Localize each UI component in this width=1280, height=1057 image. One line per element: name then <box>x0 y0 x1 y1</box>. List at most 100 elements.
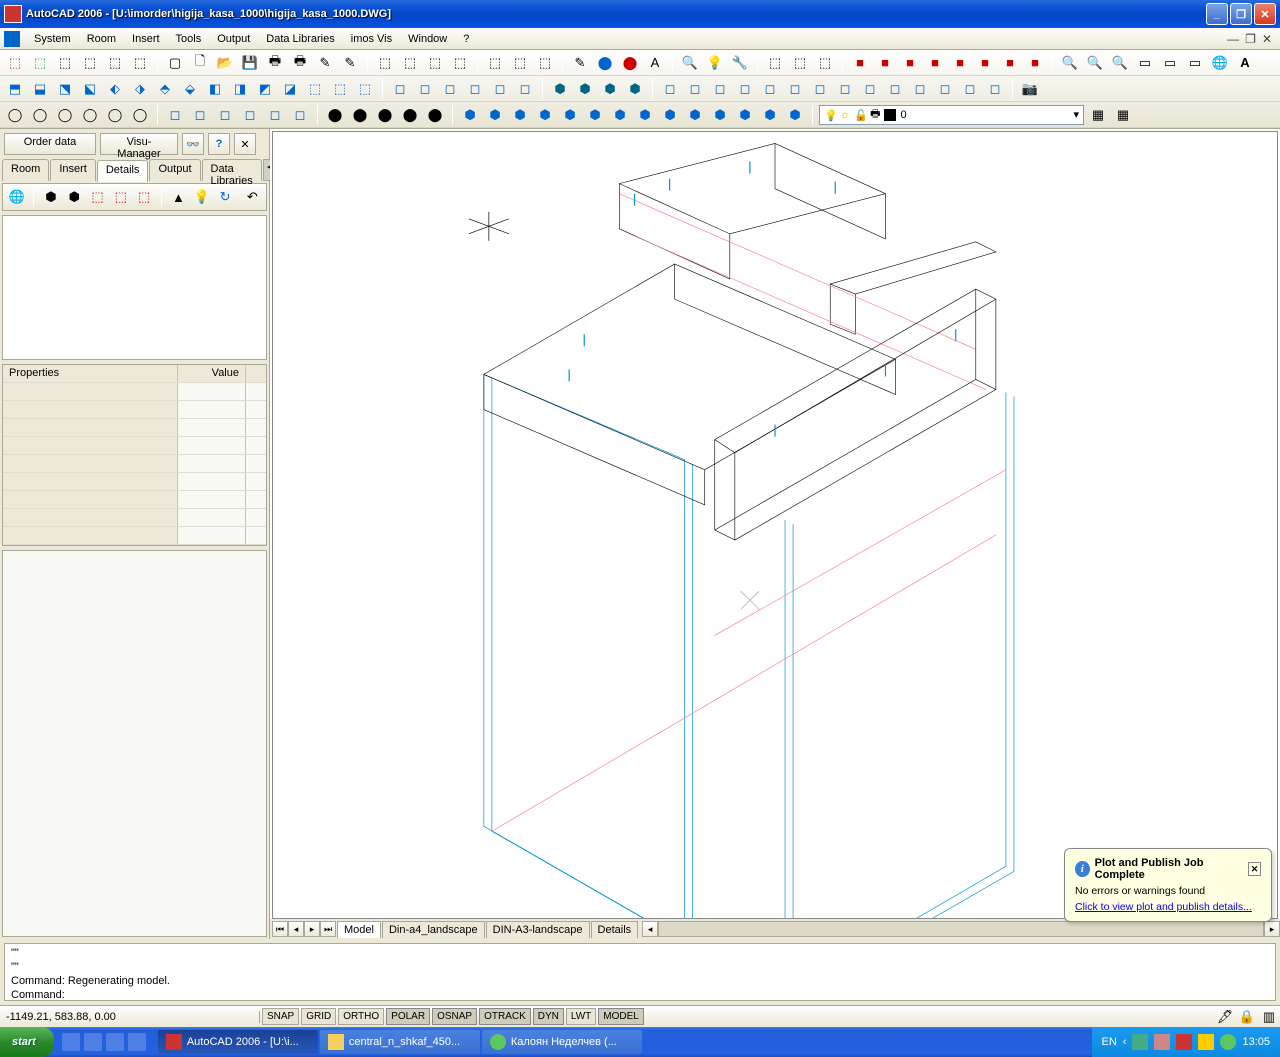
tray-icon[interactable] <box>1154 1034 1170 1050</box>
tool-icon[interactable]: ⬚ <box>814 52 836 74</box>
prop-row[interactable] <box>3 509 266 527</box>
drawing-canvas[interactable] <box>272 131 1278 919</box>
cube-icon[interactable]: ◻ <box>289 104 311 126</box>
dyn-toggle[interactable]: DYN <box>533 1008 564 1025</box>
tool-icon[interactable]: A <box>1234 52 1256 74</box>
view-icon[interactable]: ⬒ <box>4 78 26 100</box>
menu-tools[interactable]: Tools <box>168 31 210 47</box>
cube-icon[interactable]: ◻ <box>984 78 1006 100</box>
tool-icon[interactable]: ⬚ <box>399 52 421 74</box>
menu-system[interactable]: System <box>26 31 79 47</box>
cube-icon[interactable]: ◻ <box>809 78 831 100</box>
tool-icon[interactable]: ⬚ <box>449 52 471 74</box>
tool-icon[interactable]: ⬚ <box>54 52 76 74</box>
visu-manager-button[interactable]: Visu-Manager <box>100 133 178 155</box>
bulb-icon[interactable]: 💡 <box>192 186 211 208</box>
undo-icon[interactable]: ↶ <box>243 186 262 208</box>
view-icon[interactable]: ⬖ <box>104 78 126 100</box>
cube-icon[interactable]: ◻ <box>214 104 236 126</box>
tool-icon[interactable]: ⬤ <box>374 104 396 126</box>
tray-icon[interactable] <box>1176 1034 1192 1050</box>
cube-icon[interactable]: ◻ <box>489 78 511 100</box>
glasses-icon[interactable]: 👓 <box>182 133 204 155</box>
solid-icon[interactable]: ⬢ <box>574 78 596 100</box>
solid-icon[interactable]: ⬢ <box>684 104 706 126</box>
last-tab-icon[interactable]: ⏭ <box>320 921 336 937</box>
tab-room[interactable]: Room <box>2 159 49 181</box>
cube-icon[interactable]: ◻ <box>709 78 731 100</box>
new-icon[interactable]: 🗋 <box>189 52 211 74</box>
cube-icon[interactable]: ◻ <box>684 78 706 100</box>
print-icon[interactable]: 🖶 <box>264 52 286 74</box>
language-indicator[interactable]: EN <box>1102 1036 1117 1048</box>
balloon-details-link[interactable]: Click to view plot and publish details..… <box>1075 901 1261 913</box>
tool-icon[interactable]: ■ <box>949 52 971 74</box>
tool-icon[interactable]: ⬚ <box>129 52 151 74</box>
horizontal-scrollbar[interactable] <box>658 921 1264 937</box>
shape-icon[interactable]: ◯ <box>104 104 126 126</box>
solid-icon[interactable]: ⬢ <box>599 78 621 100</box>
tab-insert[interactable]: Insert <box>50 159 96 181</box>
tool-icon[interactable]: ⬚ <box>79 52 101 74</box>
view-icon[interactable]: ◩ <box>254 78 276 100</box>
solid-icon[interactable]: ⬢ <box>584 104 606 126</box>
polar-toggle[interactable]: POLAR <box>386 1008 430 1025</box>
solid-icon[interactable]: ⬢ <box>509 104 531 126</box>
bulb-icon[interactable]: 💡 <box>704 52 726 74</box>
prop-row[interactable] <box>3 419 266 437</box>
tool-icon[interactable]: ⬤ <box>399 104 421 126</box>
open-icon[interactable]: 📂 <box>214 52 236 74</box>
tool-icon[interactable]: ⬤ <box>594 52 616 74</box>
task-skype[interactable]: Калоян Неделчев (... <box>482 1030 642 1054</box>
coordinates[interactable]: -1149.21, 583.88, 0.00 <box>0 1011 260 1023</box>
tool-icon[interactable]: ⬚ <box>104 52 126 74</box>
view-icon[interactable]: ⬚ <box>354 78 376 100</box>
tool-icon[interactable]: ■ <box>924 52 946 74</box>
tool-icon[interactable]: ⬚ <box>88 186 107 208</box>
cube-icon[interactable]: ◻ <box>514 78 536 100</box>
cube-icon[interactable]: ◻ <box>659 78 681 100</box>
balloon-close-button[interactable]: ✕ <box>1248 862 1261 876</box>
tool-icon[interactable]: ⬚ <box>484 52 506 74</box>
prop-row[interactable] <box>3 491 266 509</box>
tool-icon[interactable]: ■ <box>974 52 996 74</box>
zoom-icon[interactable]: 🔍 <box>1084 52 1106 74</box>
tool-icon[interactable]: ▭ <box>1159 52 1181 74</box>
tool-icon[interactable]: ⬚ <box>789 52 811 74</box>
tray-icon[interactable]: 🔒 <box>1236 1006 1258 1028</box>
cube-icon[interactable]: ◻ <box>239 104 261 126</box>
tray-icon[interactable] <box>1220 1034 1236 1050</box>
task-folder[interactable]: central_n_shkaf_450... <box>320 1030 480 1054</box>
solid-icon[interactable]: ⬢ <box>549 78 571 100</box>
layout-tab-a3[interactable]: DIN-A3-landscape <box>486 921 590 938</box>
tool-icon[interactable]: ⬚ <box>134 186 153 208</box>
tool-icon[interactable]: ⬚ <box>4 52 26 74</box>
shape-icon[interactable]: ◯ <box>129 104 151 126</box>
tray-icon[interactable]: 🖋 <box>1214 1006 1236 1028</box>
quick-launch-icon[interactable] <box>84 1033 102 1051</box>
tool-icon[interactable]: ⬤ <box>424 104 446 126</box>
snap-toggle[interactable]: SNAP <box>262 1008 299 1025</box>
cube-icon[interactable]: ◻ <box>884 78 906 100</box>
prop-row[interactable] <box>3 437 266 455</box>
ortho-toggle[interactable]: ORTHO <box>338 1008 384 1025</box>
save-icon[interactable]: 💾 <box>239 52 261 74</box>
solid-icon[interactable]: ⬢ <box>559 104 581 126</box>
solid-icon[interactable]: ⬢ <box>659 104 681 126</box>
cube-icon[interactable]: ◻ <box>164 104 186 126</box>
doc-minimize-button[interactable]: — <box>1227 32 1239 46</box>
close-button[interactable]: ✕ <box>1254 3 1276 25</box>
view-icon[interactable]: ⬚ <box>304 78 326 100</box>
command-line[interactable]: "" "" Command: Regenerating model. Comma… <box>4 943 1276 1001</box>
solid-icon[interactable]: ⬢ <box>634 104 656 126</box>
tool-icon[interactable]: 🔧 <box>729 52 751 74</box>
order-data-button[interactable]: Order data <box>4 133 96 155</box>
cube-icon[interactable]: ◻ <box>734 78 756 100</box>
solid-icon[interactable]: ⬢ <box>624 78 646 100</box>
tool-icon[interactable]: ▭ <box>1184 52 1206 74</box>
tray-icon[interactable]: ▥ <box>1258 1006 1280 1028</box>
tab-data-libraries[interactable]: Data Libraries <box>202 159 262 181</box>
cube-icon[interactable]: ◻ <box>439 78 461 100</box>
cube-icon[interactable]: ◻ <box>464 78 486 100</box>
lwt-toggle[interactable]: LWT <box>566 1008 596 1025</box>
